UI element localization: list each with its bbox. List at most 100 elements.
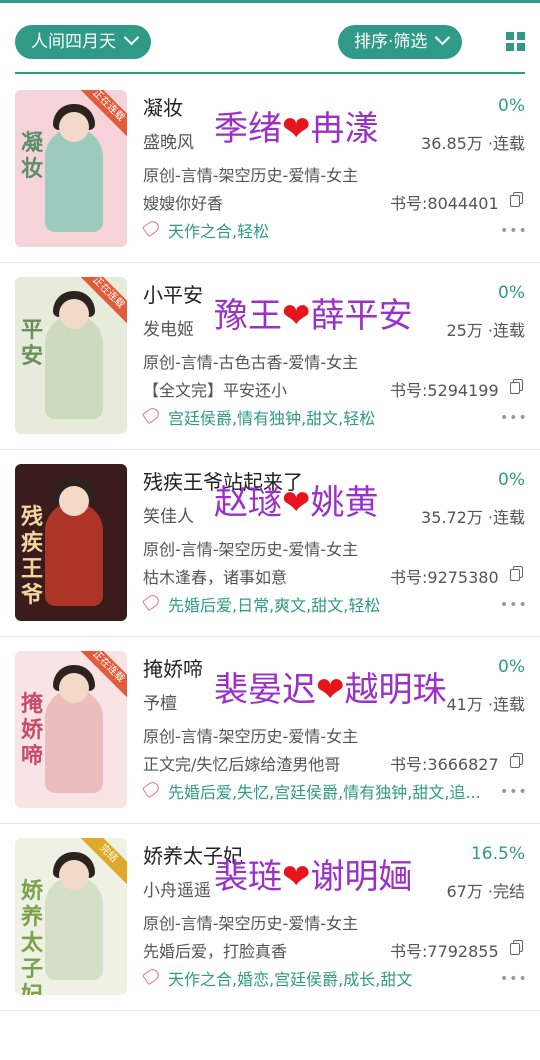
cover-title: 娇养太子妃 xyxy=(21,878,44,995)
heart-icon: ❤ xyxy=(282,857,311,897)
overlay-left-name: 豫王 xyxy=(214,296,282,336)
tag-icon xyxy=(141,779,162,799)
word-count-status: 67万 ·完结 xyxy=(446,882,525,901)
reading-progress: 0% xyxy=(498,657,525,677)
couple-overlay: 裴晏迟❤越明珠 xyxy=(214,667,447,713)
word-count-status: 35.72万 ·连载 xyxy=(421,508,525,527)
book-list-item[interactable]: 平安 正在连载 小平安 0% 发电姬 25万 ·连载 豫王❤薛平安 原创-言情-… xyxy=(0,263,540,450)
more-options-icon[interactable]: ••• xyxy=(500,972,528,986)
book-author[interactable]: 予檀 xyxy=(143,689,177,714)
top-accent-line xyxy=(0,0,540,3)
reading-progress: 0% xyxy=(498,283,525,303)
chevron-down-icon xyxy=(123,29,140,46)
cover-face xyxy=(59,673,89,703)
heart-icon: ❤ xyxy=(282,296,311,336)
cover-figure xyxy=(45,689,103,793)
book-title[interactable]: 小平安 xyxy=(143,279,203,308)
book-list: 凝妆 正在连载 凝妆 0% 盛晚风 36.85万 ·连载 季绪❤冉漾 原创-言情… xyxy=(0,76,540,1011)
book-cover[interactable]: 残疾王爷 xyxy=(15,464,127,621)
word-count-status: 36.85万 ·连载 xyxy=(421,134,525,153)
heart-icon: ❤ xyxy=(282,483,311,523)
reading-progress: 0% xyxy=(498,470,525,490)
couple-overlay: 赵璲❤姚黄 xyxy=(214,480,379,526)
grid-view-icon[interactable] xyxy=(506,32,525,51)
category-dropdown[interactable]: 人间四月天 xyxy=(15,25,151,59)
cover-title: 掩娇啼 xyxy=(21,691,44,769)
book-author[interactable]: 发电姬 xyxy=(143,315,194,340)
cover-figure xyxy=(45,876,103,980)
book-title[interactable]: 掩娇啼 xyxy=(143,653,203,682)
tag-icon xyxy=(141,405,162,425)
cover-face xyxy=(59,860,89,890)
book-cover[interactable]: 凝妆 正在连载 xyxy=(15,90,127,247)
overlay-right-name: 越明珠 xyxy=(344,670,447,710)
cover-face xyxy=(59,486,89,516)
word-count-status: 25万 ·连载 xyxy=(446,321,525,340)
book-id: 书号:3666827 xyxy=(390,755,499,774)
book-id: 书号:7792855 xyxy=(390,942,499,961)
copy-icon[interactable] xyxy=(510,379,523,394)
book-cover[interactable]: 娇养太子妃 完结 xyxy=(15,838,127,995)
book-intro: 正文完/失忆后嫁给渣男他哥 xyxy=(143,755,341,774)
book-id: 书号:5294199 xyxy=(390,381,499,400)
book-id: 书号:8044401 xyxy=(390,194,499,213)
book-tags[interactable]: 天作之合,轻松 xyxy=(168,218,269,242)
heart-icon: ❤ xyxy=(282,109,311,149)
book-id: 书号:9275380 xyxy=(390,568,499,587)
copy-icon[interactable] xyxy=(510,753,523,768)
more-options-icon[interactable]: ••• xyxy=(500,224,528,238)
book-tags[interactable]: 先婚后爱,日常,爽文,甜文,轻松 xyxy=(168,592,380,616)
book-tags[interactable]: 宫廷侯爵,情有独钟,甜文,轻松 xyxy=(168,405,375,429)
overlay-right-name: 冉漾 xyxy=(310,109,379,149)
overlay-right-name: 谢明婳 xyxy=(310,857,413,897)
cover-figure xyxy=(45,502,103,606)
book-author[interactable]: 小舟遥遥 xyxy=(143,876,211,901)
book-list-item[interactable]: 娇养太子妃 完结 娇养太子妃 16.5% 小舟遥遥 67万 ·完结 裴琏❤谢明婳… xyxy=(0,824,540,1011)
reading-progress: 0% xyxy=(498,96,525,116)
book-cover[interactable]: 平安 正在连载 xyxy=(15,277,127,434)
couple-overlay: 裴琏❤谢明婳 xyxy=(214,854,413,900)
book-list-item[interactable]: 掩娇啼 正在连载 掩娇啼 0% 予檀 41万 ·连载 裴晏迟❤越明珠 原创-言情… xyxy=(0,637,540,824)
category-label: 人间四月天 xyxy=(31,32,116,52)
sort-filter-label: 排序·筛选 xyxy=(354,32,428,52)
book-tags[interactable]: 天作之合,婚恋,宫廷侯爵,成长,甜文 xyxy=(168,966,412,990)
reading-progress: 16.5% xyxy=(470,844,525,864)
book-title[interactable]: 凝妆 xyxy=(143,92,183,121)
sort-filter-dropdown[interactable]: 排序·筛选 xyxy=(338,25,463,59)
word-count-status: 41万 ·连载 xyxy=(446,695,525,714)
book-genre: 原创-言情-架空历史-爱情-女主 xyxy=(143,166,359,185)
cover-title: 凝妆 xyxy=(21,130,44,182)
book-author[interactable]: 盛晚风 xyxy=(143,128,194,153)
book-intro: 先婚后爱，打脸真香 xyxy=(143,942,288,961)
overlay-left-name: 赵璲 xyxy=(214,483,282,523)
couple-overlay: 季绪❤冉漾 xyxy=(214,106,379,152)
tag-icon xyxy=(141,592,162,612)
book-tags[interactable]: 先婚后爱,失忆,宫廷侯爵,情有独钟,甜文,追... xyxy=(168,779,481,803)
book-list-item[interactable]: 凝妆 正在连载 凝妆 0% 盛晚风 36.85万 ·连载 季绪❤冉漾 原创-言情… xyxy=(0,76,540,263)
more-options-icon[interactable]: ••• xyxy=(500,598,528,612)
couple-overlay: 豫王❤薛平安 xyxy=(214,293,413,339)
copy-icon[interactable] xyxy=(510,940,523,955)
overlay-left-name: 裴晏迟 xyxy=(214,670,316,710)
book-list-item[interactable]: 残疾王爷 残疾王爷站起来了 0% 笑佳人 35.72万 ·连载 赵璲❤姚黄 原创… xyxy=(0,450,540,637)
filter-bar: 人间四月天 排序·筛选 xyxy=(0,20,540,64)
book-cover[interactable]: 掩娇啼 正在连载 xyxy=(15,651,127,808)
more-options-icon[interactable]: ••• xyxy=(500,411,528,425)
more-options-icon[interactable]: ••• xyxy=(500,785,528,799)
header-divider xyxy=(15,72,525,74)
book-genre: 原创-言情-古色古香-爱情-女主 xyxy=(143,353,359,372)
book-genre: 原创-言情-架空历史-爱情-女主 xyxy=(143,914,359,933)
tag-icon xyxy=(141,218,162,238)
copy-icon[interactable] xyxy=(510,566,523,581)
cover-figure xyxy=(45,128,103,232)
book-intro: 枯木逢春，诸事如意 xyxy=(143,568,288,587)
cover-face xyxy=(59,112,89,142)
cover-figure xyxy=(45,315,103,419)
overlay-left-name: 裴琏 xyxy=(214,857,282,897)
copy-icon[interactable] xyxy=(510,192,523,207)
cover-face xyxy=(59,299,89,329)
book-author[interactable]: 笑佳人 xyxy=(143,502,194,527)
book-intro: 【全文完】平安还小 xyxy=(143,381,288,400)
book-intro: 嫂嫂你好香 xyxy=(143,194,224,213)
tag-icon xyxy=(141,966,162,986)
